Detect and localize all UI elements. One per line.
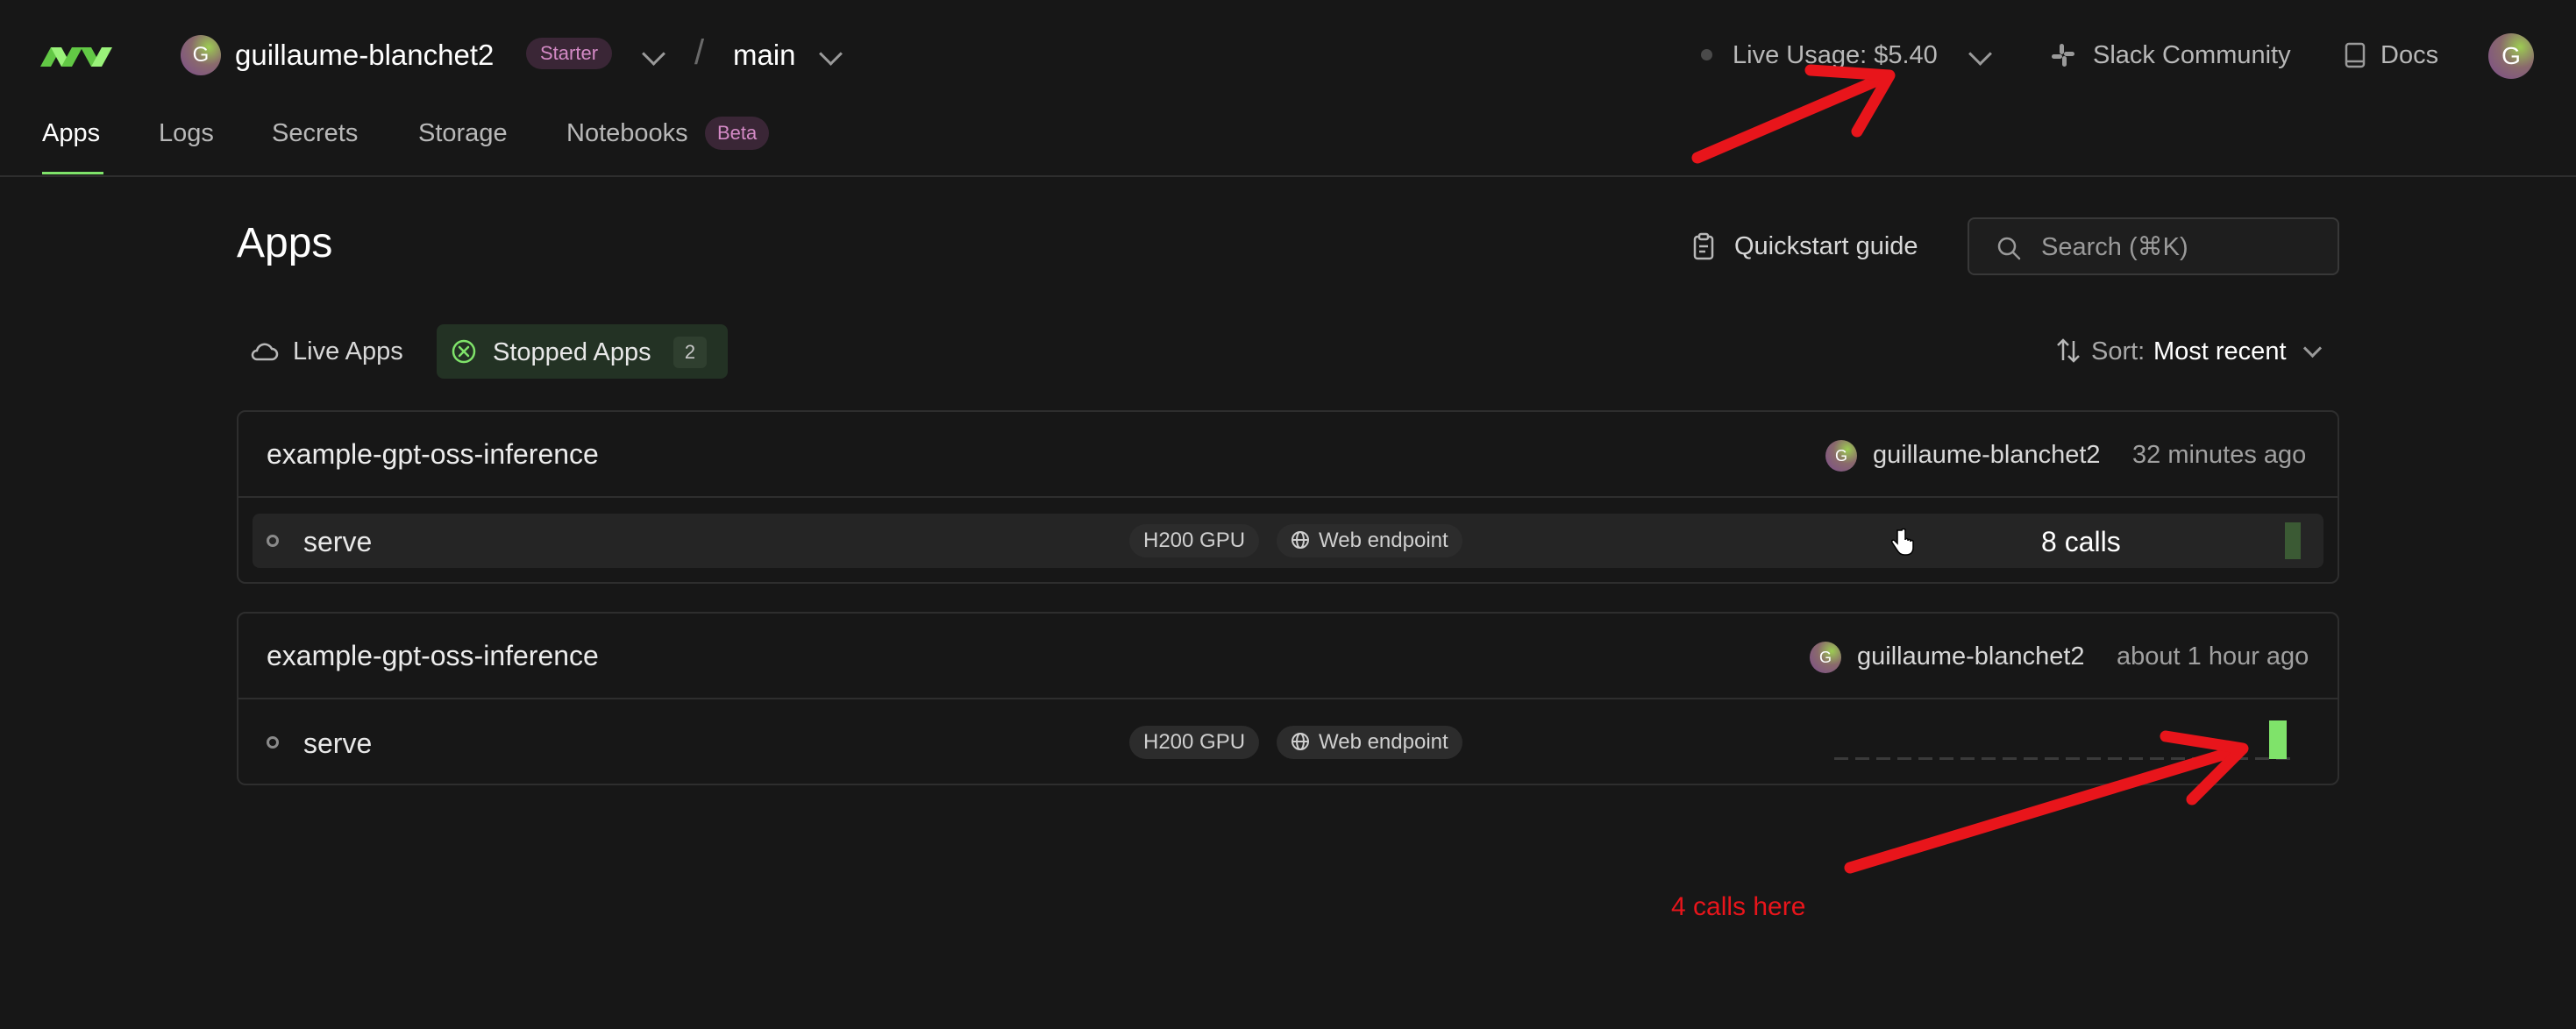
usage-arrow-icon (1691, 71, 1891, 164)
sparkline-arrow-icon (1844, 744, 2244, 874)
annotation-text: 4 calls here (1671, 892, 1806, 921)
annotation-arrows (1691, 64, 2249, 874)
